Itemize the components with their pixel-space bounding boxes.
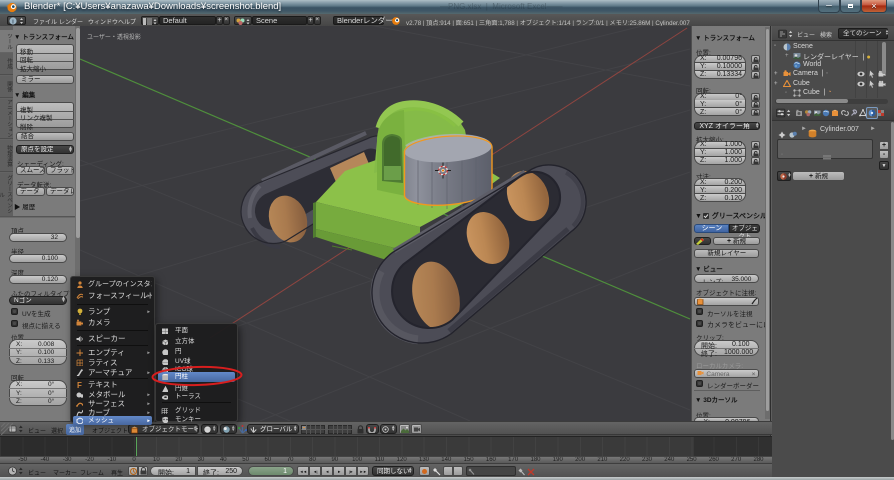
- svg-text:i: i: [12, 19, 13, 26]
- svg-text:F: F: [77, 381, 82, 388]
